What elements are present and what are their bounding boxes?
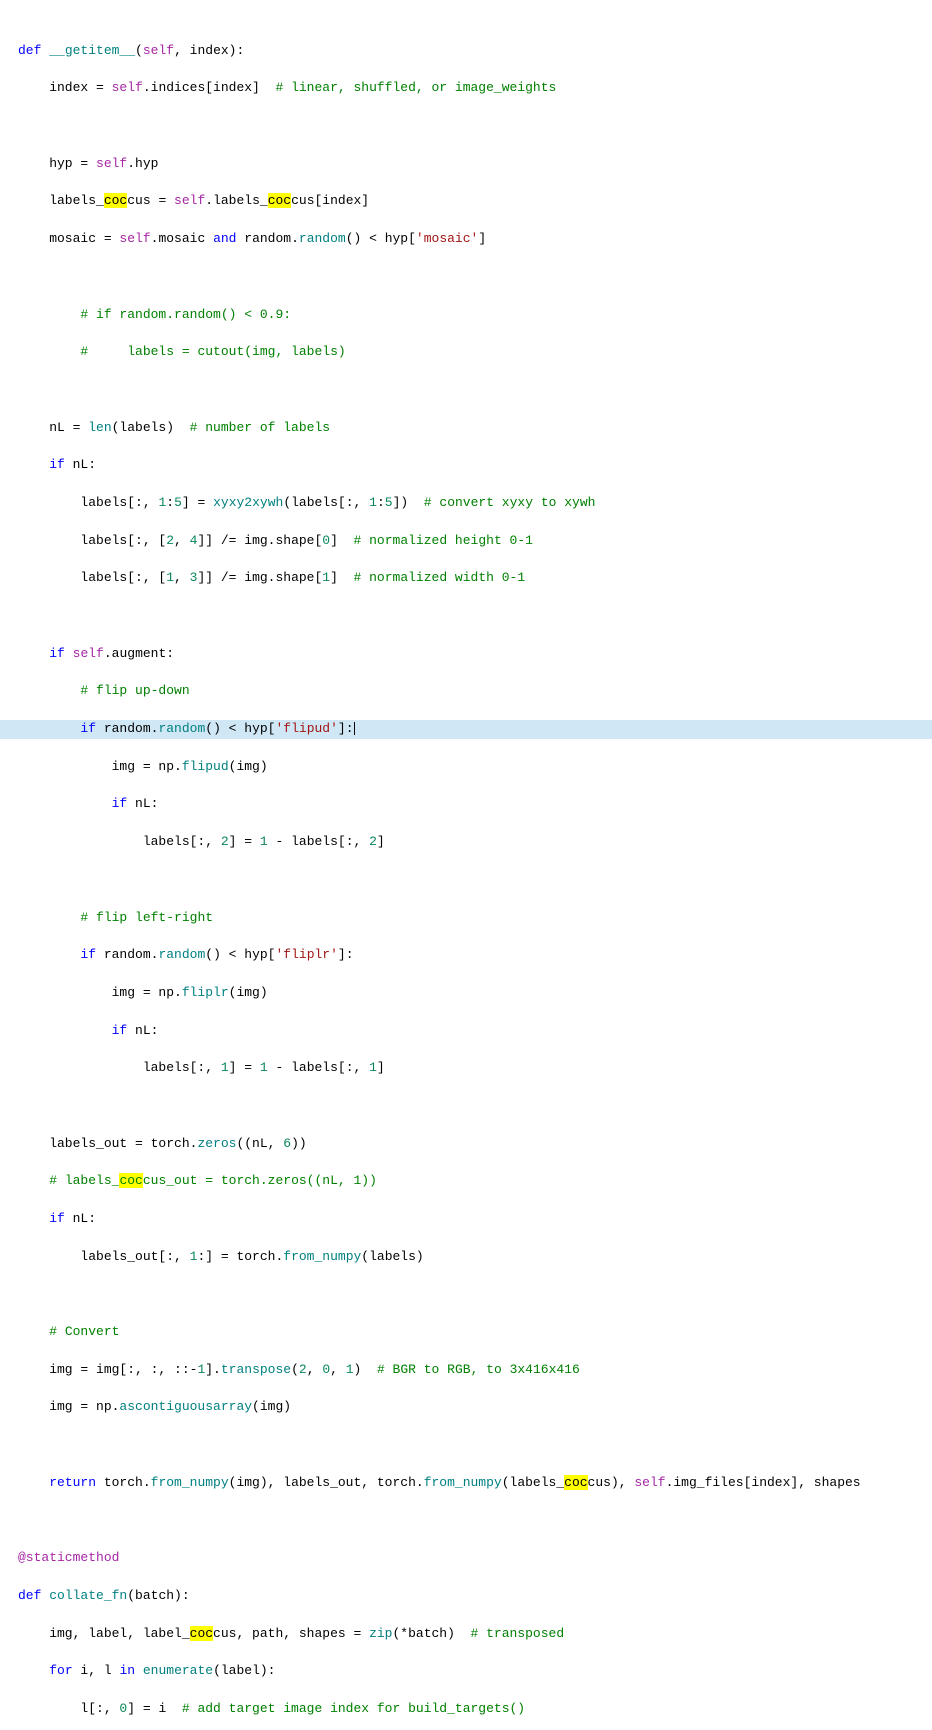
code-line (0, 117, 932, 136)
code-line: labels[:, 1] = 1 - labels[:, 1] (0, 1059, 932, 1078)
code-line: labels_out[:, 1:] = torch.from_numpy(lab… (0, 1248, 932, 1267)
code-line: def __getitem__(self, index): (0, 42, 932, 61)
code-line: hyp = self.hyp (0, 155, 932, 174)
code-line: index = self.indices[index] # linear, sh… (0, 79, 932, 98)
code-line (0, 1285, 932, 1304)
code-line: if nL: (0, 456, 932, 475)
code-line (0, 1097, 932, 1116)
code-line (0, 381, 932, 400)
code-line (0, 1512, 932, 1531)
code-line: img = np.ascontiguousarray(img) (0, 1398, 932, 1417)
code-line: if nL: (0, 795, 932, 814)
code-line (0, 871, 932, 890)
code-line: labels[:, [1, 3]] /= img.shape[1] # norm… (0, 569, 932, 588)
code-line: img, label, label_coccus, path, shapes =… (0, 1625, 932, 1644)
code-line: labels[:, [2, 4]] /= img.shape[0] # norm… (0, 532, 932, 551)
code-line: labels[:, 2] = 1 - labels[:, 2] (0, 833, 932, 852)
code-line: img = img[:, :, ::-1].transpose(2, 0, 1)… (0, 1361, 932, 1380)
code-line: l[:, 0] = i # add target image index for… (0, 1700, 932, 1719)
code-line (0, 607, 932, 626)
code-line: # if random.random() < 0.9: (0, 306, 932, 325)
code-line: for i, l in enumerate(label): (0, 1662, 932, 1681)
code-line: if self.augment: (0, 645, 932, 664)
code-line: img = np.fliplr(img) (0, 984, 932, 1003)
code-line: # labels_coccus_out = torch.zeros((nL, 1… (0, 1172, 932, 1191)
code-line (0, 268, 932, 287)
code-line: mosaic = self.mosaic and random.random()… (0, 230, 932, 249)
code-line: labels_out = torch.zeros((nL, 6)) (0, 1135, 932, 1154)
code-line: if nL: (0, 1022, 932, 1041)
code-line (0, 1436, 932, 1455)
code-line: @staticmethod (0, 1549, 932, 1568)
code-line: def collate_fn(batch): (0, 1587, 932, 1606)
code-line: if random.random() < hyp['fliplr']: (0, 946, 932, 965)
code-line: nL = len(labels) # number of labels (0, 419, 932, 438)
code-line: # flip up-down (0, 682, 932, 701)
code-line-active: if random.random() < hyp['flipud']: (0, 720, 932, 739)
code-line: labels[:, 1:5] = xyxy2xywh(labels[:, 1:5… (0, 494, 932, 513)
code-line: labels_coccus = self.labels_coccus[index… (0, 192, 932, 211)
code-line: # labels = cutout(img, labels) (0, 343, 932, 362)
code-line: if nL: (0, 1210, 932, 1229)
code-line: img = np.flipud(img) (0, 758, 932, 777)
code-block: def __getitem__(self, index): index = se… (0, 0, 932, 1730)
code-line: # flip left-right (0, 909, 932, 928)
code-line: return torch.from_numpy(img), labels_out… (0, 1474, 932, 1493)
code-line: # Convert (0, 1323, 932, 1342)
